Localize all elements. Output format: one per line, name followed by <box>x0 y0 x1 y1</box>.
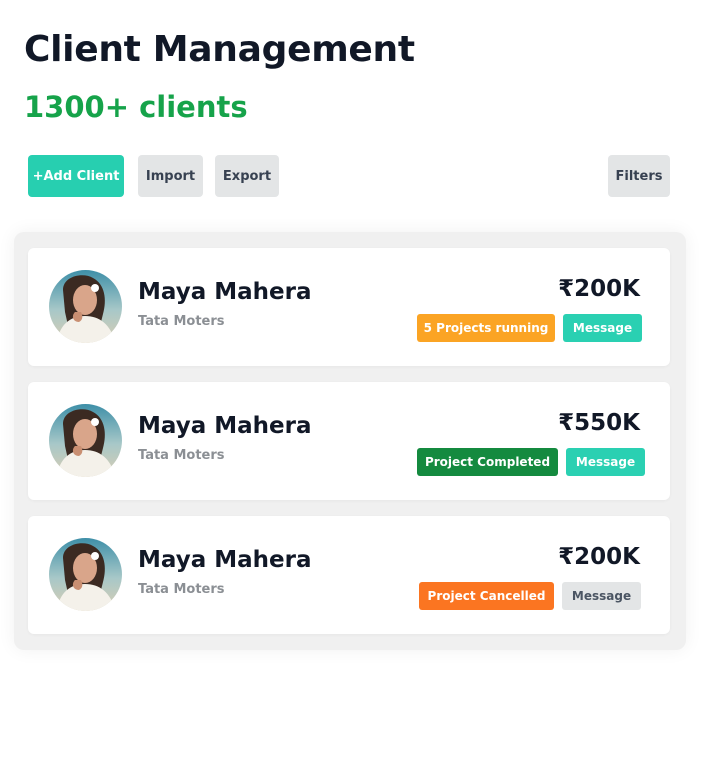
client-card[interactable]: Maya Mahera Tata Moters ₹200K 5 Projects… <box>28 248 670 366</box>
message-button[interactable]: Message <box>562 582 641 610</box>
client-company: Tata Moters <box>138 314 225 329</box>
avatar-photo <box>49 270 122 343</box>
client-company: Tata Moters <box>138 582 225 597</box>
avatar-photo <box>49 538 122 611</box>
avatar <box>49 404 122 477</box>
client-name: Maya Mahera <box>138 547 312 573</box>
client-count: 1300+ clients <box>24 90 248 124</box>
client-company: Tata Moters <box>138 448 225 463</box>
client-amount: ₹550K <box>558 410 640 436</box>
status-badge: Project Completed <box>417 448 558 476</box>
message-button[interactable]: Message <box>566 448 645 476</box>
add-client-button[interactable]: +Add Client <box>28 155 124 197</box>
client-amount: ₹200K <box>558 276 640 302</box>
page-title: Client Management <box>24 29 415 70</box>
status-badge: Project Cancelled <box>419 582 554 610</box>
toolbar: +Add Client Import Export Filters <box>0 155 712 197</box>
client-name: Maya Mahera <box>138 413 312 439</box>
message-button[interactable]: Message <box>563 314 642 342</box>
client-name: Maya Mahera <box>138 279 312 305</box>
status-badge: 5 Projects running <box>417 314 555 342</box>
avatar-photo <box>49 404 122 477</box>
avatar <box>49 538 122 611</box>
import-button[interactable]: Import <box>138 155 203 197</box>
client-card[interactable]: Maya Mahera Tata Moters ₹550K Project Co… <box>28 382 670 500</box>
filters-button[interactable]: Filters <box>608 155 670 197</box>
client-card[interactable]: Maya Mahera Tata Moters ₹200K Project Ca… <box>28 516 670 634</box>
export-button[interactable]: Export <box>215 155 279 197</box>
client-amount: ₹200K <box>558 544 640 570</box>
avatar <box>49 270 122 343</box>
